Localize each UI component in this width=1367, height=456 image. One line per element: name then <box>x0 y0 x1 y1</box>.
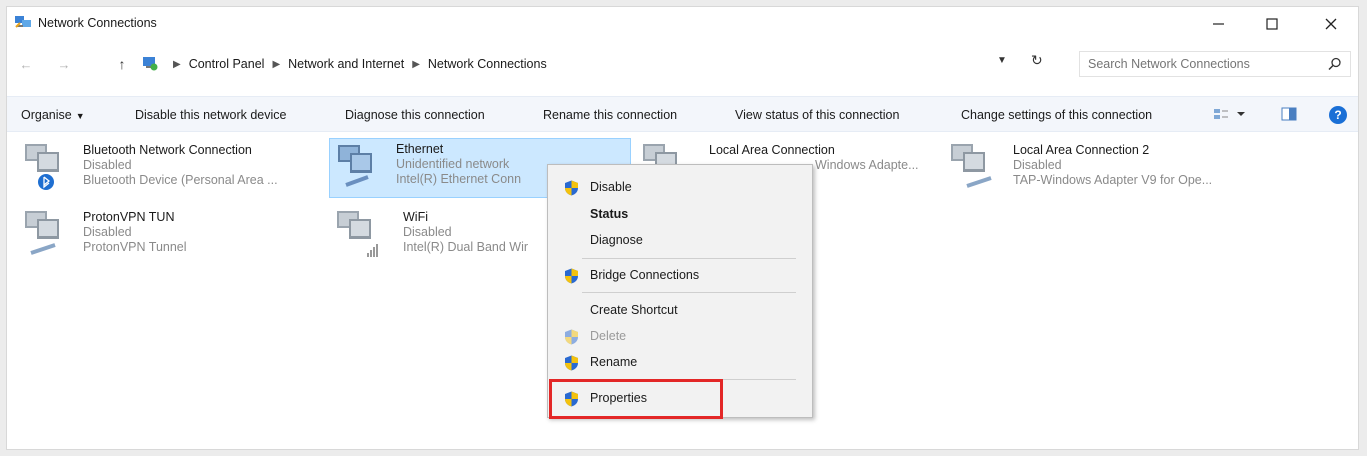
view-options-button[interactable] <box>1213 107 1247 124</box>
search-icon[interactable] <box>1328 57 1342 71</box>
menu-separator <box>582 258 796 259</box>
title-bar: Network Connections <box>7 7 1358 37</box>
navigation-bar: ← → ↑ ▶ Control Panel ▶ Network and Inte… <box>7 49 1358 79</box>
up-button[interactable]: ↑ <box>113 55 131 73</box>
menu-item-bridge-connections[interactable]: Bridge Connections <box>548 263 812 289</box>
network-connections-icon <box>15 16 31 28</box>
change-settings-button[interactable]: Change settings of this connection <box>961 108 1152 122</box>
connection-status: Disabled <box>83 225 132 239</box>
organise-menu[interactable]: Organise ▼ <box>21 108 85 122</box>
connection-name: Ethernet <box>396 142 444 156</box>
search-box[interactable] <box>1079 51 1351 77</box>
menu-item-diagnose[interactable]: Diagnose <box>548 228 812 254</box>
connection-device: TAP-Windows Adapter V9 for Ope... <box>1013 173 1213 187</box>
connection-item-local-area-2[interactable]: Local Area Connection 2 Disabled TAP-Win… <box>947 140 1257 200</box>
forward-button[interactable]: → <box>55 55 73 73</box>
connection-name: Bluetooth Network Connection <box>83 143 252 157</box>
address-bar[interactable]: ▶ Control Panel ▶ Network and Internet ▶… <box>137 51 1032 77</box>
uac-shield-icon <box>565 329 578 345</box>
connection-status: Disabled <box>403 225 452 239</box>
menu-label: Delete <box>590 329 627 343</box>
menu-item-create-shortcut[interactable]: Create Shortcut <box>548 298 812 324</box>
maximize-button[interactable] <box>1250 11 1294 37</box>
connection-status: Unidentified network <box>396 157 510 171</box>
vpn-network-icon <box>25 211 59 255</box>
chevron-down-icon: ▼ <box>75 111 85 121</box>
close-button[interactable] <box>1309 11 1353 37</box>
menu-item-disable[interactable]: Disable <box>548 175 812 201</box>
connection-device: ProtonVPN Tunnel <box>83 240 187 254</box>
uac-shield-icon <box>565 355 578 371</box>
connection-name: Local Area Connection <box>709 143 835 157</box>
window-title: Network Connections <box>38 16 157 30</box>
menu-separator <box>582 292 796 293</box>
minimize-icon <box>1213 23 1224 25</box>
connection-item-bluetooth[interactable]: Bluetooth Network Connection Disabled Bl… <box>21 140 321 200</box>
menu-label: Status <box>590 207 629 221</box>
menu-item-status[interactable]: Status <box>548 202 812 228</box>
breadcrumb-network-connections[interactable]: Network Connections <box>428 57 547 71</box>
network-connections-window: Network Connections ← → ↑ ▶ Control Pane… <box>6 6 1359 450</box>
refresh-icon[interactable]: ↻ <box>1031 52 1043 69</box>
menu-label: Bridge Connections <box>590 268 700 282</box>
connection-device: Bluetooth Device (Personal Area ... <box>83 173 278 187</box>
connection-item-wifi[interactable]: WiFi Disabled Intel(R) Dual Band Wir <box>333 207 553 267</box>
menu-item-rename[interactable]: Rename <box>548 350 812 376</box>
search-input[interactable] <box>1088 57 1308 71</box>
command-bar: Organise ▼ Disable this network device Di… <box>7 96 1358 132</box>
connection-status: Disabled <box>1013 158 1062 172</box>
uac-shield-icon <box>565 268 578 284</box>
control-panel-icon <box>143 57 158 71</box>
rename-connection-button[interactable]: Rename this connection <box>543 108 677 122</box>
connection-status: Disabled <box>83 158 132 172</box>
back-button[interactable]: ← <box>17 55 35 73</box>
diagnose-connection-button[interactable]: Diagnose this connection <box>345 108 485 122</box>
preview-pane-icon <box>1281 107 1297 121</box>
maximize-icon <box>1266 18 1278 30</box>
organise-label: Organise <box>21 108 72 122</box>
menu-label: Disable <box>590 180 632 194</box>
connection-name: ProtonVPN TUN <box>83 210 175 224</box>
connection-device: Intel(R) Dual Band Wir <box>403 240 529 254</box>
breadcrumb-network-and-internet[interactable]: Network and Internet <box>288 57 404 71</box>
address-dropdown-icon[interactable]: ▼ <box>997 55 1007 66</box>
menu-label: Rename <box>590 355 638 369</box>
help-icon[interactable]: ? <box>1329 106 1347 124</box>
connection-device: Intel(R) Ethernet Conn <box>396 172 522 186</box>
menu-item-delete: Delete <box>548 324 812 350</box>
breadcrumb-separator: ▶ <box>412 58 420 70</box>
wifi-network-icon <box>337 211 378 257</box>
breadcrumb-control-panel[interactable]: Control Panel <box>189 57 265 71</box>
close-icon <box>1325 18 1337 30</box>
breadcrumb-separator: ▶ <box>173 58 181 70</box>
uac-shield-icon <box>565 180 578 196</box>
view-status-button[interactable]: View status of this connection <box>735 108 899 122</box>
breadcrumb-separator: ▶ <box>272 58 281 70</box>
arrow-up-icon: ↑ <box>118 56 126 72</box>
ethernet-network-icon <box>338 145 372 187</box>
disable-device-button[interactable]: Disable this network device <box>135 108 286 122</box>
connection-item-protonvpn[interactable]: ProtonVPN TUN Disabled ProtonVPN Tunnel <box>21 207 321 267</box>
menu-label: Diagnose <box>590 233 643 247</box>
connection-name: Local Area Connection 2 <box>1013 143 1150 157</box>
properties-highlight-box <box>549 379 723 419</box>
menu-label: Create Shortcut <box>590 303 678 317</box>
connection-name: WiFi <box>403 210 428 224</box>
bluetooth-network-icon <box>25 144 59 190</box>
local-area-network-icon <box>951 144 992 188</box>
minimize-button[interactable] <box>1197 11 1241 37</box>
view-icon <box>1214 109 1245 119</box>
arrow-left-icon: ← <box>19 56 33 72</box>
preview-pane-button[interactable] <box>1281 107 1297 124</box>
arrow-right-icon: → <box>57 56 71 72</box>
